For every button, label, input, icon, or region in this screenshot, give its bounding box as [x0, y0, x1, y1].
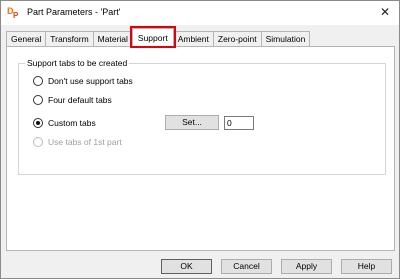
support-tabs-groupbox: Support tabs to be created Don't use sup… — [18, 58, 386, 175]
svg-text:P: P — [13, 11, 19, 19]
cancel-button[interactable]: Cancel — [221, 259, 272, 274]
groupbox-title: Support tabs to be created — [25, 58, 130, 68]
close-button[interactable]: ✕ — [375, 3, 395, 21]
tab-support[interactable]: Support — [129, 26, 176, 48]
tab-zero-point[interactable]: Zero-point — [212, 31, 262, 46]
radio-button[interactable] — [33, 95, 43, 105]
option-use-tabs-of-first-part: Use tabs of 1st part — [33, 136, 122, 148]
ok-button[interactable]: OK — [161, 259, 212, 274]
apply-button[interactable]: Apply — [281, 259, 332, 274]
option-label: Use tabs of 1st part — [48, 137, 122, 147]
set-button[interactable]: Set... — [165, 115, 219, 130]
radio-button[interactable] — [33, 76, 43, 86]
tab-material[interactable]: Material — [92, 31, 133, 46]
radio-button-disabled — [33, 137, 43, 147]
window-title: Part Parameters - 'Part' — [27, 7, 121, 17]
option-no-support-tabs[interactable]: Don't use support tabs — [33, 75, 133, 87]
option-label: Don't use support tabs — [48, 76, 133, 86]
option-label: Custom tabs — [48, 118, 96, 128]
help-button[interactable]: Help — [341, 259, 392, 274]
support-tab-panel: Support tabs to be created Don't use sup… — [6, 46, 395, 251]
tab-transform[interactable]: Transform — [45, 31, 94, 46]
option-custom-tabs[interactable]: Custom tabs — [33, 117, 96, 129]
tab-simulation[interactable]: Simulation — [260, 31, 311, 46]
tab-strip: General Transform Material Support Ambie… — [6, 26, 311, 48]
tab-general[interactable]: General — [6, 31, 47, 46]
dialog-window: D P Part Parameters - 'Part' ✕ General T… — [0, 0, 400, 279]
custom-tab-count-input[interactable] — [224, 116, 254, 130]
tab-ambient[interactable]: Ambient — [172, 31, 214, 46]
option-four-default-tabs[interactable]: Four default tabs — [33, 94, 112, 106]
title-bar[interactable]: D P Part Parameters - 'Part' ✕ — [1, 1, 399, 25]
dp-app-icon: D P — [7, 6, 19, 19]
radio-button-selected[interactable] — [33, 118, 43, 128]
option-label: Four default tabs — [48, 95, 112, 105]
close-icon: ✕ — [379, 5, 391, 19]
